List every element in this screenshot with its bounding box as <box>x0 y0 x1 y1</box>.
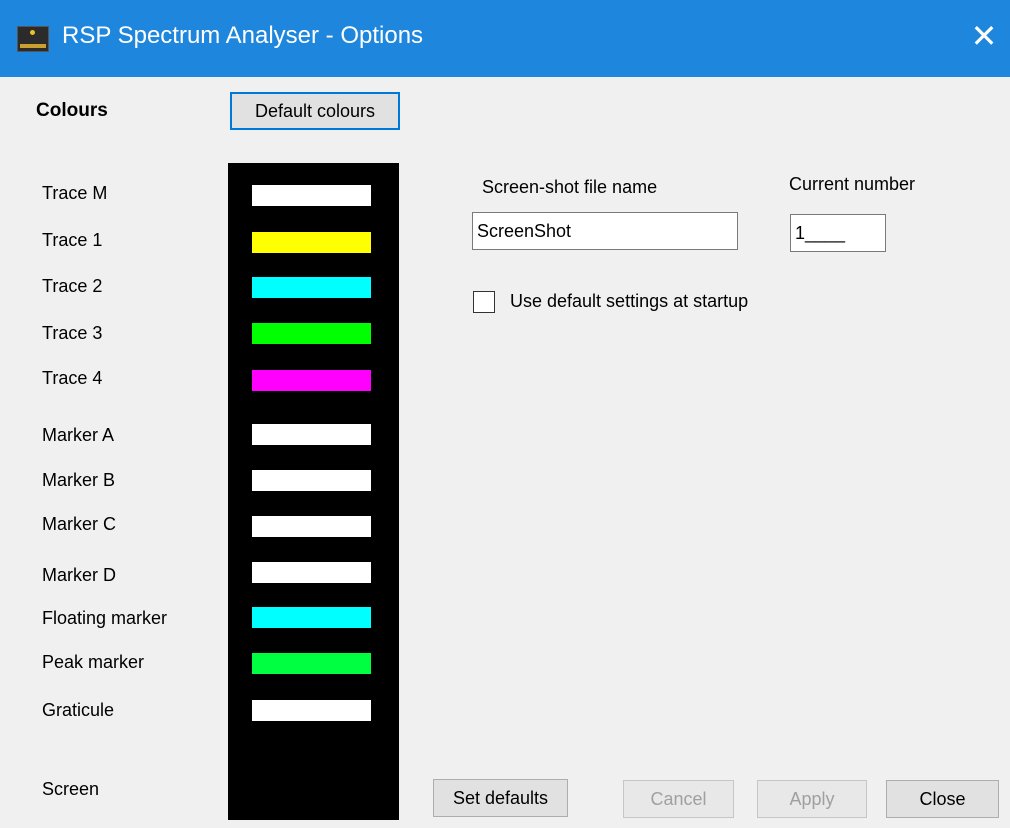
colour-label-screen: Screen <box>42 779 100 799</box>
swatch-trace-3[interactable] <box>252 323 371 344</box>
swatch-marker-d[interactable] <box>252 562 371 583</box>
apply-button[interactable]: Apply <box>757 780 867 818</box>
colour-label-trace-4: Trace 4 <box>42 368 103 388</box>
set-defaults-button[interactable]: Set defaults <box>433 779 568 817</box>
colour-label-marker-d: Marker D <box>42 565 117 585</box>
title-bar: RSP Spectrum Analyser - Options ✕ <box>0 0 1010 77</box>
colour-label-marker-c: Marker C <box>42 514 117 534</box>
swatch-floating-marker[interactable] <box>252 607 371 628</box>
colour-label-marker-a: Marker A <box>42 425 115 445</box>
colour-label-floating-marker: Floating marker <box>42 608 168 628</box>
default-colours-button[interactable]: Default colours <box>230 92 400 130</box>
swatch-peak-marker[interactable] <box>252 653 371 674</box>
swatch-graticule[interactable] <box>252 700 371 721</box>
colour-label-peak-marker: Peak marker <box>42 652 145 672</box>
colour-label-trace-1: Trace 1 <box>42 230 103 250</box>
swatch-trace-m[interactable] <box>252 185 371 206</box>
close-button[interactable]: Close <box>886 780 999 818</box>
colour-label-marker-b: Marker B <box>42 470 116 490</box>
current-number-input[interactable] <box>790 214 886 252</box>
colour-label-graticule: Graticule <box>42 700 115 720</box>
swatch-marker-a[interactable] <box>252 424 371 445</box>
window-title: RSP Spectrum Analyser - Options <box>62 22 424 49</box>
colour-swatch-panel[interactable] <box>228 163 399 820</box>
colour-label-trace-m: Trace M <box>42 183 108 203</box>
swatch-trace-4[interactable] <box>252 370 371 391</box>
cancel-button[interactable]: Cancel <box>623 780 734 818</box>
use-default-settings-checkbox[interactable] <box>473 291 495 313</box>
colours-heading: Colours <box>36 100 108 121</box>
swatch-marker-b[interactable] <box>252 470 371 491</box>
swatch-trace-1[interactable] <box>252 232 371 253</box>
app-icon <box>17 26 49 52</box>
close-icon[interactable]: ✕ <box>966 18 1002 54</box>
current-number-label: Current number <box>789 174 916 194</box>
colour-label-trace-2: Trace 2 <box>42 276 103 296</box>
screenshot-file-name-label: Screen-shot file name <box>482 177 658 197</box>
use-default-settings-label[interactable]: Use default settings at startup <box>510 291 748 312</box>
swatch-trace-2[interactable] <box>252 277 371 298</box>
screenshot-file-name-input[interactable] <box>472 212 738 250</box>
swatch-marker-c[interactable] <box>252 516 371 537</box>
colour-label-trace-3: Trace 3 <box>42 323 103 343</box>
